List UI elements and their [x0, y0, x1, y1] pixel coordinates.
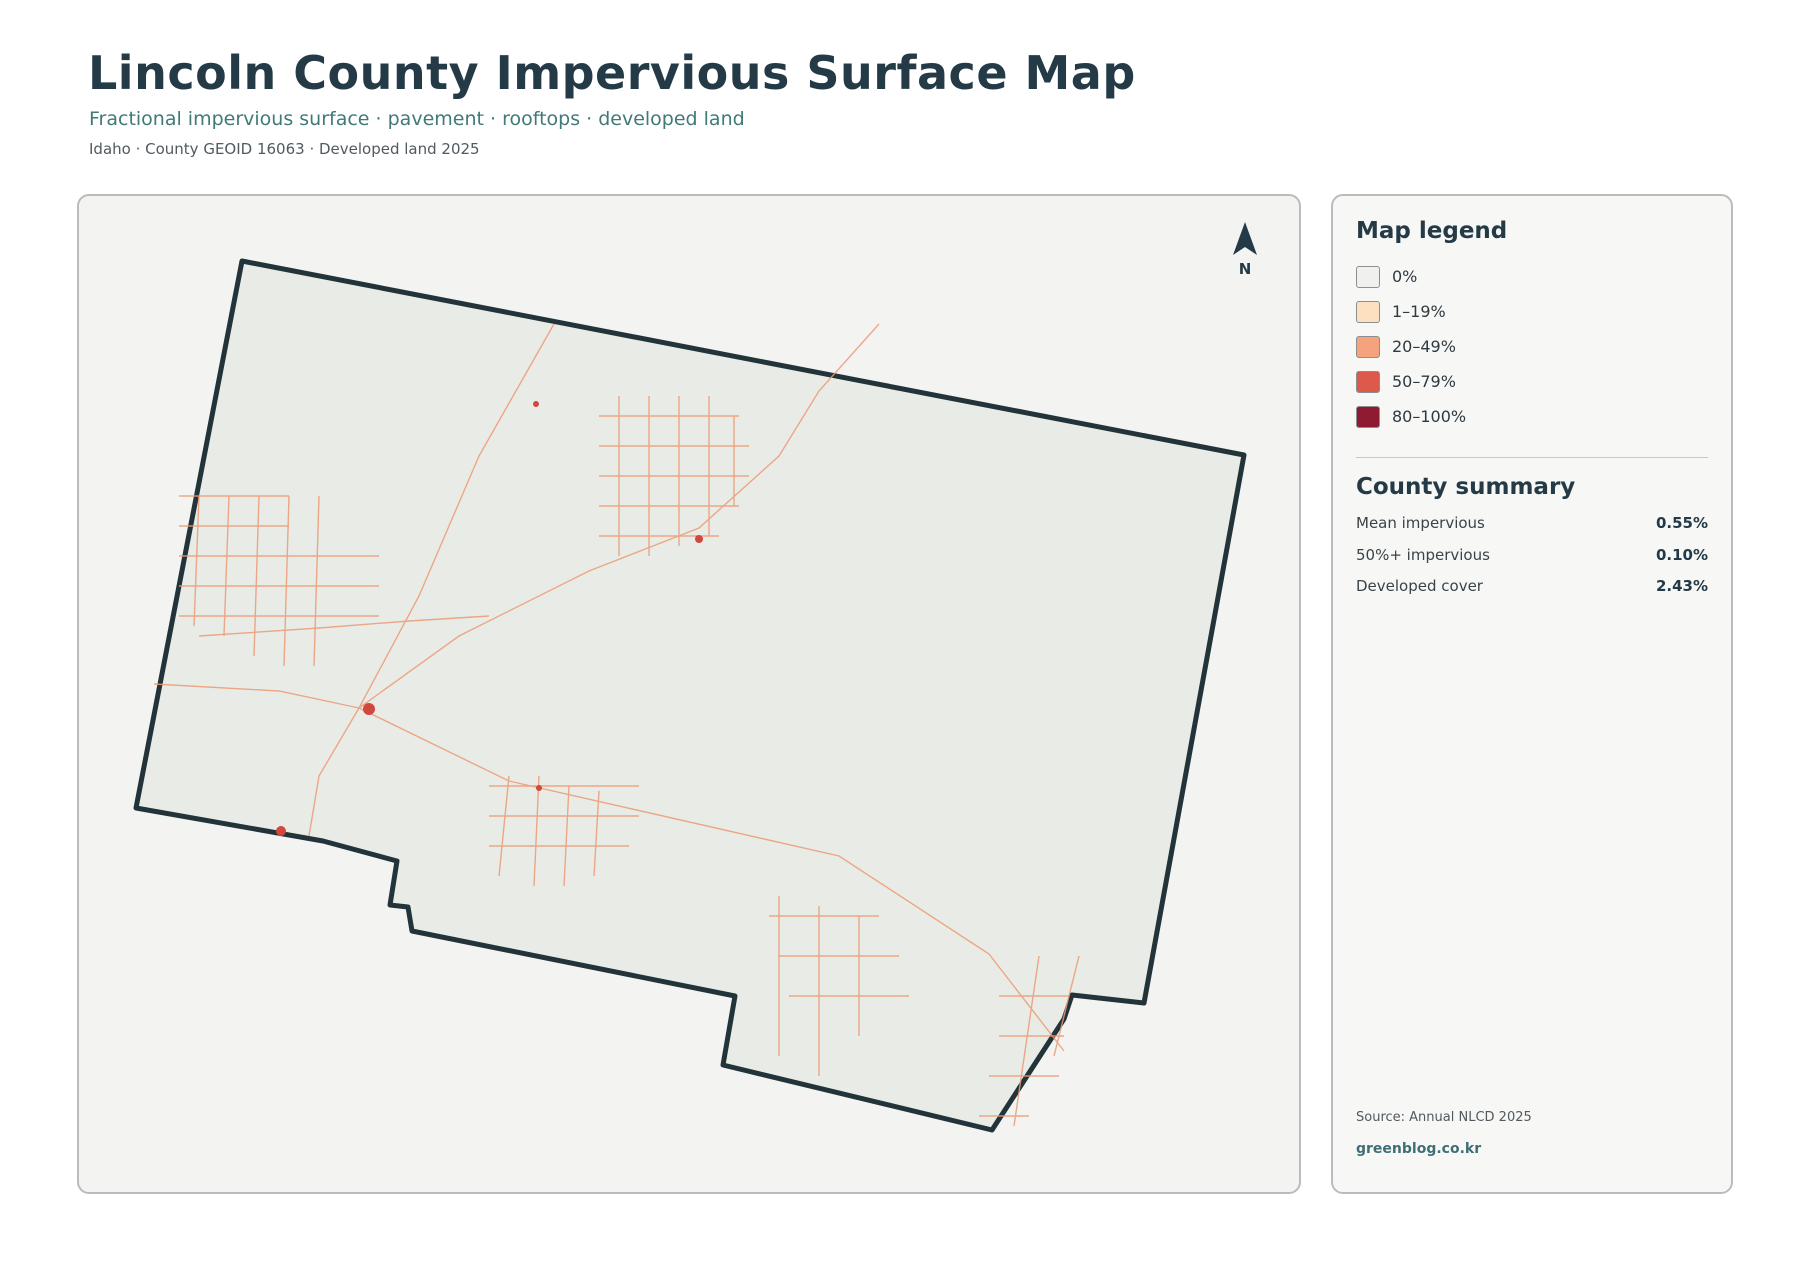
stat-row: Mean impervious 0.55%	[1356, 514, 1708, 546]
source-text: Source: Annual NLCD 2025	[1356, 1110, 1532, 1125]
stat-value: 2.43%	[1655, 577, 1708, 595]
summary-title: County summary	[1356, 474, 1576, 500]
settlement	[533, 401, 539, 407]
map-panel[interactable]	[77, 194, 1301, 1194]
legend-label: 20–49%	[1392, 337, 1456, 356]
legend-swatch	[1356, 301, 1380, 323]
town-center	[363, 703, 375, 715]
stat-label: Mean impervious	[1356, 514, 1485, 532]
north-arrow: N	[1220, 222, 1270, 278]
map-subtitle: Fractional impervious surface · pavement…	[89, 108, 745, 130]
north-label: N	[1238, 260, 1252, 278]
settlement	[276, 826, 286, 836]
settlement	[536, 785, 542, 791]
legend-title: Map legend	[1356, 218, 1508, 244]
legend-label: 50–79%	[1392, 372, 1456, 391]
stat-label: 50%+ impervious	[1356, 545, 1490, 564]
stat-value: 0.10%	[1655, 545, 1708, 564]
legend-swatch	[1356, 336, 1380, 358]
map-meta: Idaho · County GEOID 16063 · Developed l…	[89, 140, 480, 158]
side-panel: Map legend 0% 1–19% 20–49% 50–79% 80–100…	[1331, 194, 1733, 1194]
legend-label: 1–19%	[1392, 302, 1446, 321]
town	[695, 535, 703, 543]
legend-label: 0%	[1392, 267, 1418, 286]
stat-value: 0.55%	[1655, 514, 1708, 532]
stat-label: Developed cover	[1356, 577, 1483, 595]
legend-swatch	[1356, 266, 1380, 288]
divider	[1356, 457, 1708, 458]
north-arrow-icon	[1233, 222, 1257, 255]
stat-row: 50%+ impervious 0.10%	[1356, 546, 1708, 578]
stat-row: Developed cover 2.43%	[1356, 577, 1708, 609]
map-title: Lincoln County Impervious Surface Map	[88, 46, 1136, 100]
summary-stats: Mean impervious 0.55% 50%+ impervious 0.…	[1356, 514, 1708, 609]
legend-swatch	[1356, 371, 1380, 393]
credit-link[interactable]: greenblog.co.kr	[1356, 1141, 1481, 1157]
map-canvas	[133, 258, 1247, 1133]
legend-label: 80–100%	[1392, 407, 1467, 426]
legend-swatch	[1356, 406, 1380, 428]
